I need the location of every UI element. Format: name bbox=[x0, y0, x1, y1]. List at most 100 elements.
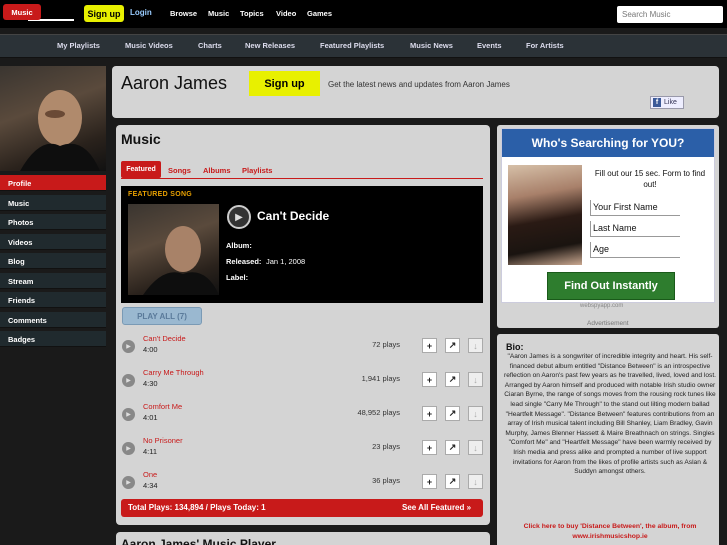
track-play-icon[interactable]: ▶ bbox=[122, 476, 135, 489]
music-section-title: Music bbox=[121, 131, 161, 147]
track-plays: 36 plays bbox=[372, 476, 400, 485]
artist-name: Aaron James bbox=[121, 73, 228, 93]
header-tagline: Get the latest news and updates from Aar… bbox=[328, 80, 510, 89]
download-icon[interactable]: ↓ bbox=[468, 338, 483, 353]
sidebar-item-profile[interactable]: Profile bbox=[0, 175, 106, 191]
topnav-music[interactable]: Music bbox=[208, 9, 229, 18]
tab-divider bbox=[121, 178, 483, 179]
track-title[interactable]: Can't Decide bbox=[143, 334, 186, 343]
download-icon[interactable]: ↓ bbox=[468, 474, 483, 489]
play-all-button[interactable]: PLAY ALL (7) bbox=[122, 307, 202, 325]
mainnav-featured-playlists[interactable]: Featured Playlists bbox=[320, 41, 384, 50]
track-plays: 1,941 plays bbox=[361, 374, 400, 383]
first-name-field[interactable]: Your First Name bbox=[590, 200, 680, 216]
buy-album-link[interactable]: Click here to buy 'Distance Between', th… bbox=[504, 522, 716, 542]
login-link[interactable]: Login bbox=[130, 8, 152, 17]
featured-song-label: FEATURED SONG bbox=[128, 191, 193, 198]
download-icon[interactable]: ↓ bbox=[468, 372, 483, 387]
download-icon[interactable]: ↓ bbox=[468, 440, 483, 455]
download-icon[interactable]: ↓ bbox=[468, 406, 483, 421]
sidebar-item-comments[interactable]: Comments bbox=[0, 312, 106, 328]
track-duration: 4:00 bbox=[143, 345, 158, 354]
share-icon[interactable]: ↗ bbox=[445, 440, 460, 455]
age-field[interactable]: Age bbox=[590, 242, 680, 258]
track-title[interactable]: Carry Me Through bbox=[143, 368, 204, 377]
tab-playlists[interactable]: Playlists bbox=[242, 166, 272, 175]
ad-source: webspyapp.com bbox=[580, 303, 624, 309]
facebook-like-button[interactable]: f Like bbox=[650, 96, 684, 109]
artist-portrait bbox=[20, 90, 100, 171]
ad-heading[interactable]: Who's Searching for YOU? bbox=[502, 129, 714, 157]
topnav-browse[interactable]: Browse bbox=[170, 9, 197, 18]
track-play-icon[interactable]: ▶ bbox=[122, 374, 135, 387]
bio-title: Bio: bbox=[506, 342, 524, 352]
album-cover-art bbox=[143, 226, 219, 295]
featured-song-title[interactable]: Can't Decide bbox=[257, 209, 329, 223]
sidebar-item-videos[interactable]: Videos bbox=[0, 234, 106, 250]
music-player-title: Aaron James' Music Player bbox=[121, 537, 276, 545]
track-duration: 4:30 bbox=[143, 379, 158, 388]
track-title[interactable]: No Prisoner bbox=[143, 436, 183, 445]
add-icon[interactable]: + bbox=[422, 440, 437, 455]
bio-text: "Aaron James is a songwriter of incredib… bbox=[504, 353, 717, 476]
total-plays: Total Plays: 134,894 / Plays Today: 1 bbox=[128, 503, 266, 512]
facebook-icon: f bbox=[653, 98, 661, 107]
track-title[interactable]: Comfort Me bbox=[143, 402, 182, 411]
sidebar-item-badges[interactable]: Badges bbox=[0, 331, 106, 347]
sidebar-item-friends[interactable]: Friends bbox=[0, 292, 106, 308]
artist-photo bbox=[0, 66, 106, 171]
share-icon[interactable]: ↗ bbox=[445, 372, 460, 387]
track-play-icon[interactable]: ▶ bbox=[122, 442, 135, 455]
advertisement-label: Advertisement bbox=[587, 320, 629, 327]
mainnav-new-releases[interactable]: New Releases bbox=[245, 41, 295, 50]
tab-songs[interactable]: Songs bbox=[168, 166, 191, 175]
featured-play-icon[interactable]: ▶ bbox=[227, 205, 251, 229]
track-duration: 4:11 bbox=[143, 447, 158, 456]
track-duration: 4:34 bbox=[143, 481, 158, 490]
signup-updates-button[interactable]: Sign up bbox=[249, 71, 320, 96]
released-date: Jan 1, 2008 bbox=[266, 257, 306, 266]
add-icon[interactable]: + bbox=[422, 372, 437, 387]
mainnav-charts[interactable]: Charts bbox=[198, 41, 222, 50]
track-title[interactable]: One bbox=[143, 470, 157, 479]
track-duration: 4:01 bbox=[143, 413, 158, 422]
topnav-video[interactable]: Video bbox=[276, 9, 296, 18]
share-icon[interactable]: ↗ bbox=[445, 338, 460, 353]
sidebar-item-stream[interactable]: Stream bbox=[0, 273, 106, 289]
sidebar-item-music[interactable]: Music bbox=[0, 195, 106, 211]
track-plays: 23 plays bbox=[372, 442, 400, 451]
track-plays: 48,952 plays bbox=[357, 408, 400, 417]
track-play-icon[interactable]: ▶ bbox=[122, 408, 135, 421]
record-label-label: Label: bbox=[226, 273, 249, 282]
tab-featured[interactable]: Featured bbox=[121, 161, 161, 178]
sidebar-item-blog[interactable]: Blog bbox=[0, 253, 106, 269]
sidebar-item-photos[interactable]: Photos bbox=[0, 214, 106, 230]
album-cover bbox=[128, 204, 219, 295]
add-icon[interactable]: + bbox=[422, 474, 437, 489]
ad-image[interactable] bbox=[508, 165, 582, 265]
mainnav-for-artists[interactable]: For Artists bbox=[526, 41, 564, 50]
add-icon[interactable]: + bbox=[422, 338, 437, 353]
mainnav-music-videos[interactable]: Music Videos bbox=[125, 41, 173, 50]
track-plays: 72 plays bbox=[372, 340, 400, 349]
track-play-icon[interactable]: ▶ bbox=[122, 340, 135, 353]
like-label: Like bbox=[664, 99, 677, 106]
find-out-button[interactable]: Find Out Instantly bbox=[547, 272, 675, 300]
music-panel bbox=[116, 125, 490, 525]
signup-button[interactable]: Sign up bbox=[84, 5, 124, 22]
share-icon[interactable]: ↗ bbox=[445, 474, 460, 489]
mainnav-music[interactable]: Music bbox=[3, 4, 41, 20]
mainnav-my-playlists[interactable]: My Playlists bbox=[57, 41, 100, 50]
mainnav-music-news[interactable]: Music News bbox=[410, 41, 453, 50]
topnav-topics[interactable]: Topics bbox=[240, 9, 264, 18]
topnav-games[interactable]: Games bbox=[307, 9, 332, 18]
add-icon[interactable]: + bbox=[422, 406, 437, 421]
see-all-featured-link[interactable]: See All Featured » bbox=[402, 503, 471, 512]
share-icon[interactable]: ↗ bbox=[445, 406, 460, 421]
mainnav-events[interactable]: Events bbox=[477, 41, 502, 50]
tab-albums[interactable]: Albums bbox=[203, 166, 231, 175]
last-name-field[interactable]: Last Name bbox=[590, 221, 680, 237]
album-label: Album: bbox=[226, 241, 252, 250]
search-input[interactable]: Search Music bbox=[617, 6, 723, 23]
ad-copy: Fill out our 15 sec. Form to find out! bbox=[594, 169, 706, 189]
